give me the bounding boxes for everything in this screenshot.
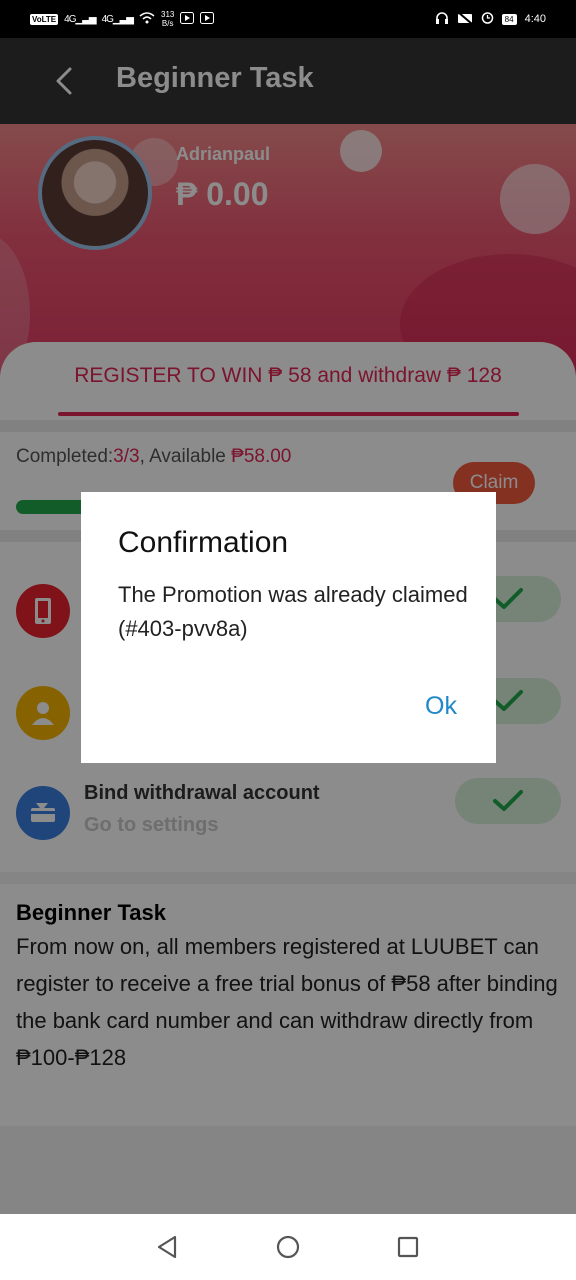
alarm-icon <box>481 11 494 27</box>
dialog-message: The Promotion was already claimed (#403-… <box>118 582 468 641</box>
youtube-icon <box>180 11 195 27</box>
nav-back-icon[interactable] <box>153 1233 181 1261</box>
network-speed: 313 B/s <box>161 10 175 28</box>
signal-icon-2: 4G▁▃▅ <box>101 13 134 25</box>
youtube-icon-2 <box>200 11 215 27</box>
wifi-icon <box>139 11 155 27</box>
status-bar: VoLTE 4G▁▃▅ 4G▁▃▅ 313 B/s 84 4:40 <box>0 0 576 38</box>
battery-icon: 84 <box>501 13 517 25</box>
system-navigation-bar <box>0 1214 576 1280</box>
clock-time: 4:40 <box>524 13 546 25</box>
app-screen: VoLTE 4G▁▃▅ 4G▁▃▅ 313 B/s 84 4:40 Beginne… <box>0 0 576 1280</box>
ok-button[interactable]: Ok <box>411 692 471 728</box>
signal-icon: 4G▁▃▅ <box>64 13 96 25</box>
nav-recents-icon[interactable] <box>394 1233 422 1261</box>
volte-badge: VoLTE <box>30 13 59 25</box>
confirmation-dialog: Confirmation The Promotion was already c… <box>81 492 496 763</box>
nav-home-icon[interactable] <box>274 1233 302 1261</box>
dialog-title: Confirmation <box>118 526 289 559</box>
camera-off-icon <box>457 11 473 27</box>
headphones-icon <box>435 11 449 27</box>
